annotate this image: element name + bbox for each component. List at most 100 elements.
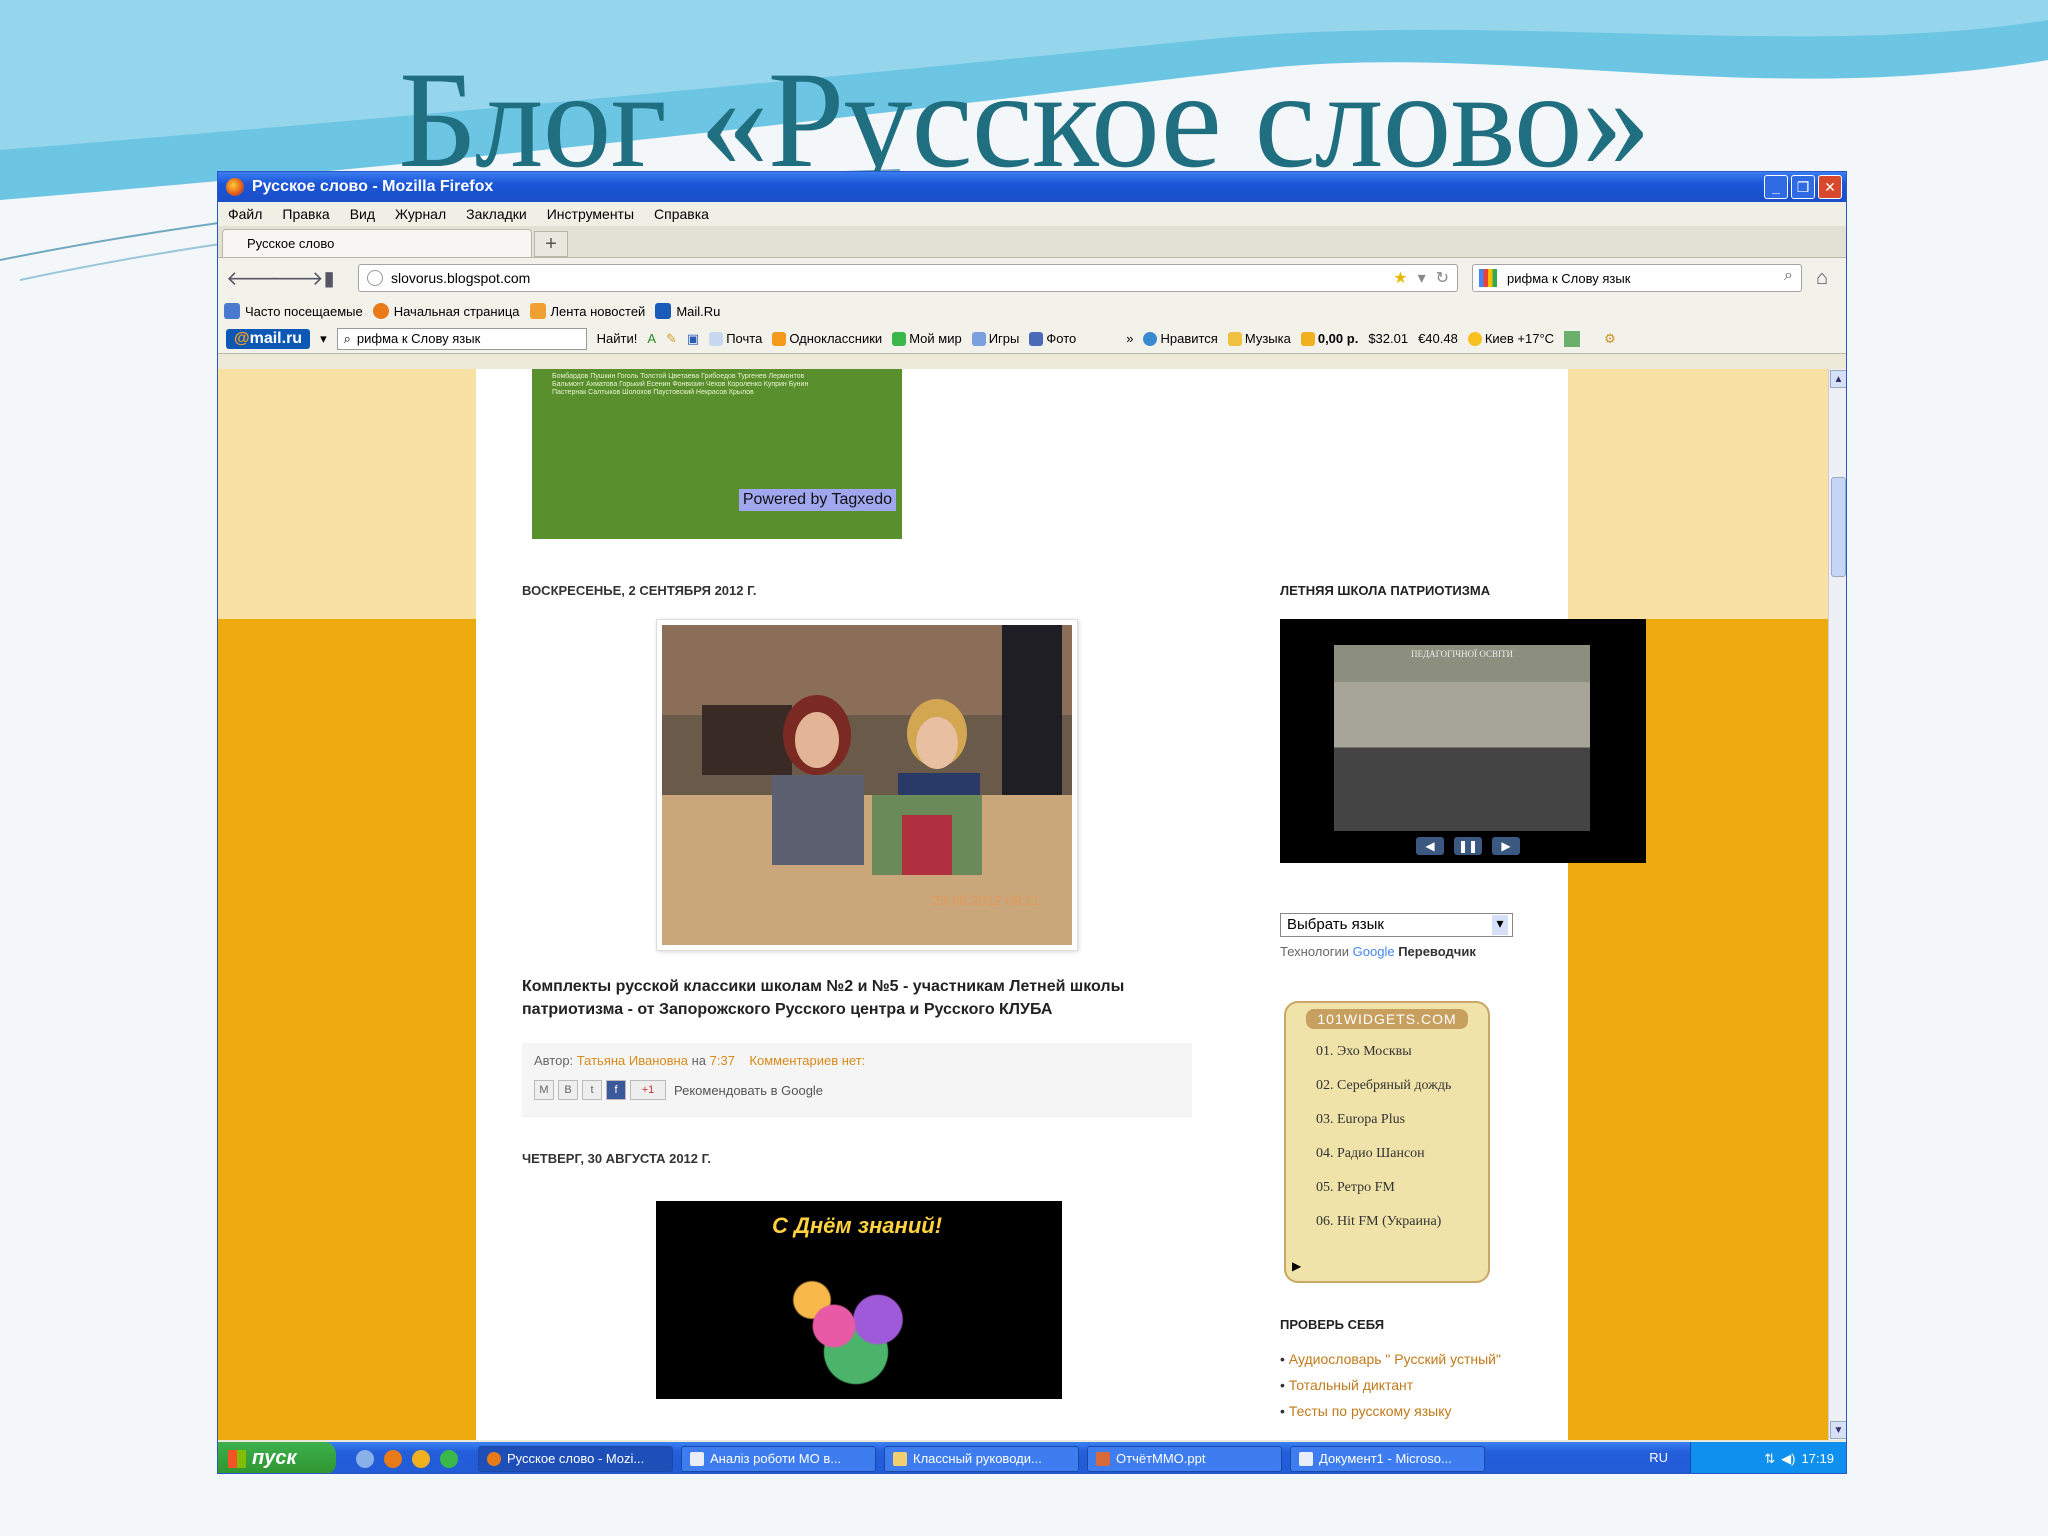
start-button[interactable]: пуск: [218, 1442, 336, 1473]
language-select[interactable]: Выбрать язык: [1280, 913, 1513, 937]
pause-icon[interactable]: ❚❚: [1454, 837, 1482, 855]
task-powerpoint[interactable]: ОтчётММО.ppt: [1087, 1445, 1282, 1472]
search-bar[interactable]: рифма к Слову язык ⌕: [1472, 264, 1802, 292]
find-button[interactable]: Найти!: [597, 331, 638, 346]
mailru-dropdown-icon[interactable]: ▾: [320, 331, 327, 347]
comments-link[interactable]: Комментариев нет:: [749, 1053, 865, 1068]
email-share-icon[interactable]: M: [534, 1080, 554, 1100]
menu-edit[interactable]: Правка: [282, 206, 329, 222]
task-word-analysis[interactable]: Аналіз роботи МО в...: [681, 1445, 876, 1472]
folder-icon: [893, 1451, 907, 1466]
desktop-icon[interactable]: [356, 1449, 374, 1468]
window-titlebar[interactable]: Русское слово - Mozilla Firefox _ ❐ ✕: [218, 172, 1846, 202]
radio-station[interactable]: 05. Ретро FM: [1316, 1171, 1488, 1205]
window-icon[interactable]: ▣: [687, 331, 699, 347]
task-folder[interactable]: Классный руководи...: [884, 1445, 1079, 1472]
menu-file[interactable]: Файл: [228, 206, 262, 222]
school-slideshow[interactable]: ПЕДАГОГІЧНОЇ ОСВІТИ ◀ ❚❚ ▶: [1280, 619, 1646, 863]
media-icon[interactable]: [412, 1449, 430, 1468]
radio-play-icon[interactable]: ▶: [1292, 1259, 1301, 1273]
volume-icon[interactable]: ◀): [1781, 1451, 1795, 1467]
clock[interactable]: 17:19: [1801, 1451, 1834, 1466]
eur-rate[interactable]: €40.48: [1418, 331, 1458, 346]
powered-by-tagxedo[interactable]: Powered by Tagxedo: [738, 489, 896, 511]
home-icon[interactable]: ⌂: [1816, 267, 1828, 290]
music-item[interactable]: Музыка: [1227, 331, 1291, 346]
menu-history[interactable]: Журнал: [395, 206, 446, 222]
back-arrow-icon[interactable]: 🡐: [226, 266, 280, 291]
time-link[interactable]: 7:37: [710, 1053, 735, 1068]
plusone-button[interactable]: +1: [630, 1080, 666, 1100]
radio-station[interactable]: 01. Эхо Москвы: [1316, 1035, 1488, 1069]
tab-russkoe-slovo[interactable]: Русское слово: [222, 229, 532, 257]
mailru-search-input[interactable]: ⌕ рифма к Слову язык: [336, 327, 587, 350]
search-icon[interactable]: ⌕: [1784, 267, 1793, 285]
mailru-logo[interactable]: @mail.ru: [226, 328, 311, 349]
settings-gear-icon[interactable]: ⚙: [1604, 331, 1616, 347]
prev-arrow-icon[interactable]: ◀: [1416, 837, 1444, 855]
check-link[interactable]: Тесты по русскому языку: [1280, 1403, 1501, 1429]
tag-cloud-words: Бомбардов Пушкин Гоголь Толстой Цветаева…: [552, 373, 809, 396]
menu-help[interactable]: Справка: [654, 206, 709, 222]
network-icon[interactable]: ⇅: [1764, 1451, 1775, 1467]
url-bar-actions: ★ ▾ ↻: [1393, 268, 1449, 288]
bookmark-home-page[interactable]: Начальная страница: [372, 303, 520, 319]
odnoklassniki-item[interactable]: Одноклассники: [772, 331, 882, 346]
bookmark-mailru[interactable]: Mail.Ru: [655, 303, 720, 319]
forward-arrow-icon[interactable]: 🡒: [270, 266, 324, 291]
radio-station[interactable]: 06. Hit FM (Украина): [1316, 1205, 1488, 1239]
moy-mir-item[interactable]: Мой мир: [892, 331, 962, 346]
menu-tools[interactable]: Инструменты: [547, 206, 634, 222]
tag-cloud-image[interactable]: Бомбардов Пушкин Гоголь Толстой Цветаева…: [532, 369, 902, 539]
knowledge-day-image[interactable]: С Днём знаний!: [656, 1201, 1062, 1399]
usd-rate[interactable]: $32.01: [1368, 331, 1408, 346]
task-firefox[interactable]: Русское слово - Mozi...: [478, 1445, 673, 1472]
mail-item[interactable]: Почта: [709, 331, 762, 346]
dropdown-icon[interactable]: ▾: [1418, 268, 1426, 288]
post-title[interactable]: Комплекты русской классики школам №2 и №…: [522, 975, 1202, 1021]
map-icon[interactable]: [1564, 330, 1581, 347]
task-word-document[interactable]: Документ1 - Microso...: [1290, 1445, 1485, 1472]
author-link[interactable]: Татьяна Ивановна: [577, 1053, 688, 1068]
windows-logo-icon: [228, 1449, 246, 1468]
vertical-scrollbar[interactable]: ▲ ▼: [1828, 369, 1846, 1440]
bookmark-news-feed[interactable]: Лента новостей: [529, 303, 645, 319]
radio-station[interactable]: 02. Серебряный дождь: [1316, 1069, 1488, 1103]
twitter-share-icon[interactable]: t: [582, 1080, 602, 1100]
menu-view[interactable]: Вид: [350, 206, 375, 222]
chrome-icon[interactable]: [440, 1449, 458, 1468]
weather-item[interactable]: Киев +17°C: [1467, 331, 1554, 346]
menu-bookmarks[interactable]: Закладки: [466, 206, 527, 222]
check-link[interactable]: Аудиословарь " Русский устный": [1280, 1351, 1501, 1377]
balance-item[interactable]: 0,00 р.: [1300, 331, 1358, 346]
bookmark-star-icon[interactable]: ★: [1393, 268, 1407, 288]
facebook-share-icon[interactable]: f: [606, 1080, 626, 1100]
like-item[interactable]: Нравится: [1143, 331, 1218, 346]
minimize-button[interactable]: _: [1764, 175, 1788, 199]
scroll-thumb[interactable]: [1831, 477, 1846, 577]
scroll-down-icon[interactable]: ▼: [1830, 1421, 1846, 1439]
blogger-share-icon[interactable]: B: [558, 1080, 578, 1100]
next-arrow-icon[interactable]: ▶: [1492, 837, 1520, 855]
radio-station[interactable]: 03. Europa Plus: [1316, 1103, 1488, 1137]
games-item[interactable]: Игры: [971, 331, 1019, 346]
reload-icon[interactable]: ↻: [1436, 268, 1449, 288]
check-link[interactable]: Тотальный диктант: [1280, 1377, 1501, 1403]
svg-text:29.08.2012 09:11: 29.08.2012 09:11: [932, 892, 1040, 908]
close-button[interactable]: ✕: [1818, 175, 1842, 199]
post-photo[interactable]: 29.08.2012 09:11: [656, 619, 1078, 951]
more-chevron[interactable]: »: [1126, 331, 1133, 346]
radio-widget[interactable]: 101WIDGETS.COM 01. Эхо Москвы 02. Серебр…: [1284, 1001, 1490, 1283]
maximize-button[interactable]: ❐: [1791, 175, 1815, 199]
radio-station[interactable]: 04. Радио Шансон: [1316, 1137, 1488, 1171]
url-bar[interactable]: slovorus.blogspot.com ★ ▾ ↻: [358, 264, 1458, 292]
scroll-up-icon[interactable]: ▲: [1830, 370, 1846, 388]
language-indicator[interactable]: RU: [1649, 1450, 1668, 1465]
photo-item[interactable]: Фото: [1029, 331, 1076, 346]
new-tab-button[interactable]: +: [534, 231, 568, 257]
font-icon[interactable]: A: [647, 331, 656, 346]
bookmark-most-visited[interactable]: Часто посещаемые: [224, 303, 363, 319]
firefox-icon[interactable]: [384, 1449, 402, 1468]
pencil-icon[interactable]: ✎: [666, 331, 677, 347]
google-translator-credit: Технологии Google Переводчик: [1280, 944, 1476, 959]
